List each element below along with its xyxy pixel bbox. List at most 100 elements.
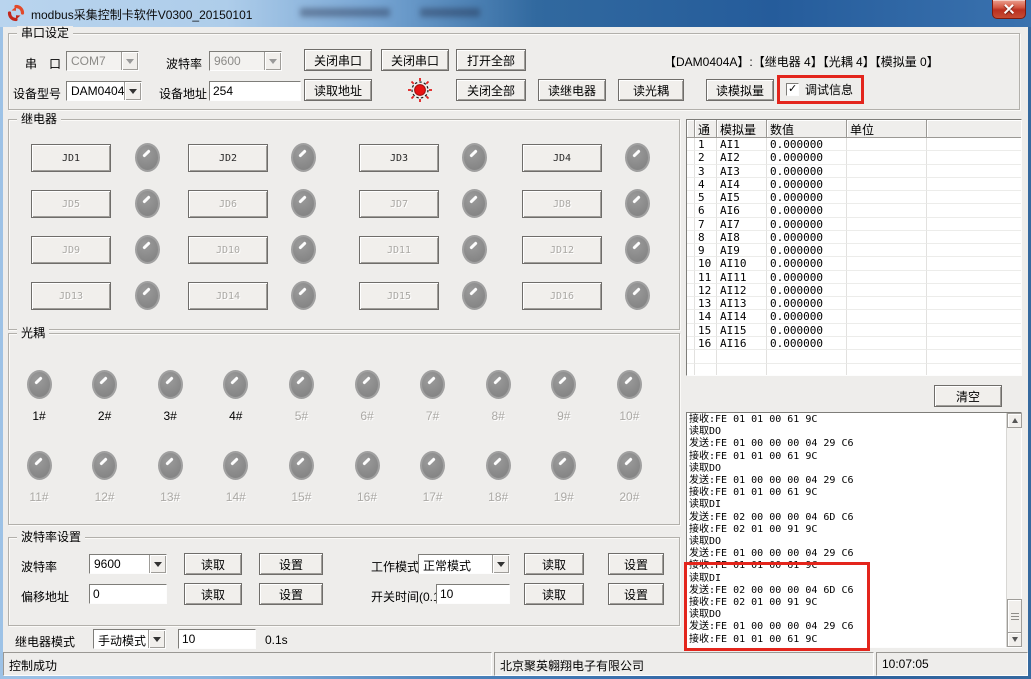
table-row[interactable]: 15AI150.000000: [687, 324, 1021, 337]
workmode-value: 正常模式: [419, 555, 492, 573]
table-cell: 9: [695, 244, 717, 257]
opto-led-15: [289, 451, 314, 480]
opto-cell-6: 6#: [342, 370, 392, 423]
table-header-value[interactable]: 数值: [767, 120, 847, 138]
switchtime-read-button[interactable]: 读取: [524, 583, 584, 605]
table-cell: 2: [695, 151, 717, 164]
analog-table-header: 通 模拟量 数值 单位: [687, 120, 1021, 138]
table-cell: 0.000000: [767, 191, 847, 204]
relay-mode-time-input[interactable]: [178, 629, 256, 649]
table-row[interactable]: 3AI30.000000: [687, 165, 1021, 178]
relay-led-8: [625, 189, 650, 218]
opto-label-3: 3#: [164, 409, 177, 423]
opto-cell-12: 12#: [80, 451, 130, 504]
opto-label-19: 19#: [554, 490, 574, 504]
log-line: 发送:FE 01 00 00 00 04 29 C6: [689, 621, 1006, 633]
chevron-down-icon: [149, 555, 166, 573]
baud-read-button[interactable]: 读取: [184, 553, 242, 575]
debug-log-text[interactable]: 接收:FE 01 01 00 61 9C读取DO发送:FE 01 00 00 0…: [687, 413, 1006, 647]
opto-cell-15: 15#: [276, 451, 326, 504]
relay-button-jd2[interactable]: JD2: [188, 144, 268, 172]
close-all-button[interactable]: 关闭全部: [456, 79, 526, 101]
analog-table: 通 模拟量 数值 单位 1AI10.0000002AI20.0000003AI3…: [686, 119, 1022, 376]
table-row[interactable]: 12AI120.000000: [687, 284, 1021, 297]
opto-cell-3: 3#: [145, 370, 195, 423]
log-scrollbar[interactable]: [1006, 413, 1021, 647]
table-row[interactable]: 13AI130.000000: [687, 297, 1021, 310]
relay-mode-unit-label: 0.1s: [265, 633, 288, 647]
relay-button-jd4[interactable]: JD4: [522, 144, 602, 172]
scroll-down-icon[interactable]: [1007, 632, 1022, 647]
table-header-unit[interactable]: 单位: [847, 120, 927, 138]
device-model-select[interactable]: DAM0404A: [66, 81, 142, 101]
table-row[interactable]: 16AI160.000000: [687, 337, 1021, 350]
relay-button-jd7: JD7: [359, 190, 439, 218]
switchtime-input[interactable]: [436, 584, 510, 604]
relay-button-jd3[interactable]: JD3: [359, 144, 439, 172]
table-row[interactable]: 6AI60.000000: [687, 204, 1021, 217]
baud-setting-select[interactable]: 9600: [89, 554, 167, 574]
table-cell: 0.000000: [767, 284, 847, 297]
table-header-analog[interactable]: 模拟量: [717, 120, 767, 138]
relay-mode-value: 手动模式: [94, 630, 148, 648]
table-cell: [927, 191, 1021, 204]
workmode-read-button[interactable]: 读取: [524, 553, 584, 575]
offset-addr-input[interactable]: [89, 584, 167, 604]
table-cell: AI9: [717, 244, 767, 257]
titlebar-glass-artifact: [300, 8, 390, 17]
clear-button[interactable]: 清空: [934, 385, 1002, 407]
close-serial-button-1[interactable]: 关闭串口: [304, 49, 372, 71]
baud-setting-value: 9600: [90, 555, 149, 573]
table-cell: [847, 165, 927, 178]
table-header-channel[interactable]: 通: [695, 120, 717, 138]
table-row[interactable]: 2AI20.000000: [687, 151, 1021, 164]
port-select[interactable]: COM7: [66, 51, 139, 71]
table-row[interactable]: 7AI70.000000: [687, 218, 1021, 231]
relay-led-7: [462, 189, 487, 218]
close-serial-button-2[interactable]: 关闭串口: [381, 49, 449, 71]
table-row[interactable]: 8AI80.000000: [687, 231, 1021, 244]
table-cell: 3: [695, 165, 717, 178]
relay-led-15: [462, 281, 487, 310]
read-opto-button[interactable]: 读光耦: [618, 79, 684, 101]
table-row[interactable]: 1AI10.000000: [687, 138, 1021, 151]
baud-group-legend: 波特率设置: [17, 530, 85, 544]
device-addr-input[interactable]: [209, 81, 301, 101]
opto-led-19: [551, 451, 576, 480]
table-row[interactable]: 11AI110.000000: [687, 271, 1021, 284]
offset-read-button[interactable]: 读取: [184, 583, 242, 605]
table-cell: AI8: [717, 231, 767, 244]
baud-set-button[interactable]: 设置: [259, 553, 323, 575]
table-row[interactable]: 9AI90.000000: [687, 244, 1021, 257]
table-cell: [687, 364, 695, 376]
offset-set-button[interactable]: 设置: [259, 583, 323, 605]
baud-select[interactable]: 9600: [209, 51, 282, 71]
scroll-up-icon[interactable]: [1007, 413, 1022, 428]
opto-label-1: 1#: [32, 409, 45, 423]
table-row[interactable]: 5AI50.000000: [687, 191, 1021, 204]
workmode-select[interactable]: 正常模式: [418, 554, 510, 574]
baud-settings-group: 波特率设置 波特率 9600 读取 设置 工作模式 正常模式 读取 设置 偏移地…: [8, 537, 680, 626]
read-relay-button[interactable]: 读继电器: [538, 79, 606, 101]
switchtime-set-button[interactable]: 设置: [608, 583, 664, 605]
workmode-set-button[interactable]: 设置: [608, 553, 664, 575]
opto-label-5: 5#: [295, 409, 308, 423]
table-cell: 10: [695, 257, 717, 270]
table-cell: 15: [695, 324, 717, 337]
read-analog-button[interactable]: 读模拟量: [706, 79, 774, 101]
relay-button-jd1[interactable]: JD1: [31, 144, 111, 172]
read-addr-button[interactable]: 读取地址: [304, 79, 372, 101]
table-cell: [927, 231, 1021, 244]
table-row[interactable]: 14AI140.000000: [687, 310, 1021, 323]
table-cell: 11: [695, 271, 717, 284]
relay-mode-select[interactable]: 手动模式: [93, 629, 166, 649]
debug-info-checkbox[interactable]: [786, 83, 799, 96]
table-row[interactable]: 10AI100.000000: [687, 257, 1021, 270]
close-button[interactable]: [992, 0, 1026, 19]
log-line: 读取DO: [689, 609, 1006, 621]
debug-info-label: 调试信息: [805, 81, 853, 98]
open-all-button[interactable]: 打开全部: [456, 49, 526, 71]
table-row[interactable]: 4AI40.000000: [687, 178, 1021, 191]
log-scrollbar-thumb[interactable]: [1007, 599, 1022, 633]
table-cell: AI4: [717, 178, 767, 191]
